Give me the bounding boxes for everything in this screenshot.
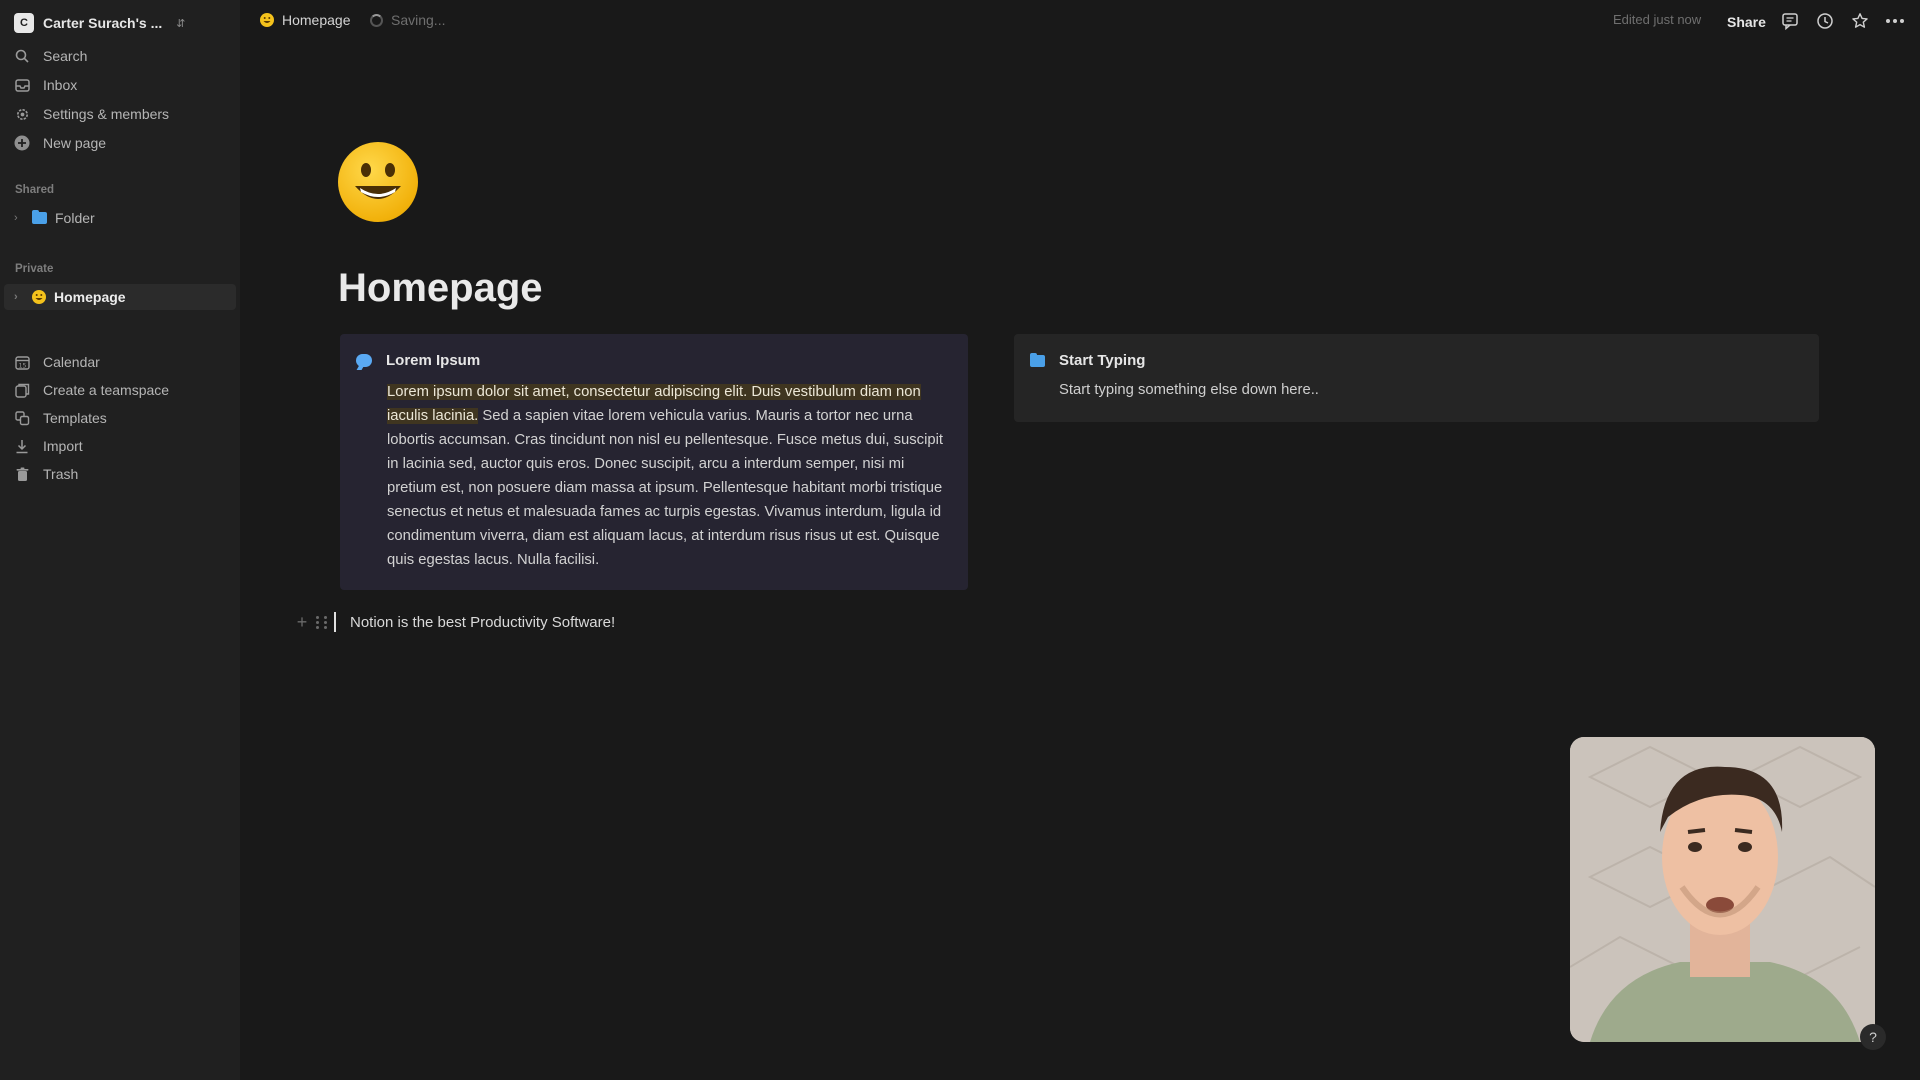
chevron-right-icon[interactable]: › <box>14 291 28 303</box>
sidebar-item-create-teamspace[interactable]: Create a teamspace <box>12 377 234 403</box>
chevron-updown-icon: ⇵ <box>176 17 186 30</box>
sidebar-item-homepage[interactable]: › Homepage <box>4 284 236 310</box>
section-label-shared: Shared <box>15 184 54 196</box>
sidebar-item-inbox[interactable]: Inbox <box>12 72 234 98</box>
section-label-private: Private <box>15 263 54 275</box>
webcam-overlay <box>1570 737 1875 1042</box>
chevron-right-icon[interactable]: › <box>14 212 28 224</box>
callout-body-text[interactable]: Sed a sapien vitae lorem vehicula varius… <box>387 408 943 568</box>
sidebar-item-trash[interactable]: Trash <box>12 461 234 487</box>
comment-icon[interactable] <box>1779 10 1801 32</box>
templates-icon <box>12 408 32 428</box>
import-icon <box>12 436 32 456</box>
sidebar-item-settings[interactable]: Settings & members <box>12 101 234 127</box>
breadcrumb[interactable]: Homepage <box>260 12 351 28</box>
plus-circle-icon <box>12 133 32 153</box>
more-icon[interactable] <box>1884 10 1906 32</box>
sidebar-item-label: Folder <box>55 210 95 226</box>
sidebar-item-label: Import <box>43 438 83 454</box>
callout-text[interactable]: Lorem ipsum dolor sit amet, consectetur … <box>387 380 949 572</box>
edited-status: Edited just now <box>1613 12 1702 27</box>
sidebar-item-new-page[interactable]: New page <box>12 130 234 156</box>
sidebar-item-label: Calendar <box>43 354 100 370</box>
history-icon[interactable] <box>1814 10 1836 32</box>
sidebar-item-label: Homepage <box>54 289 126 305</box>
sidebar-item-label: Create a teamspace <box>43 382 170 398</box>
sidebar-item-import[interactable]: Import <box>12 433 234 459</box>
text-block[interactable]: + Notion is the best Productivity Softwa… <box>292 608 615 636</box>
smiley-icon <box>32 290 46 304</box>
workspace-switcher[interactable]: C Carter Surach's ... ⇵ <box>14 10 234 36</box>
text-cursor <box>334 612 336 632</box>
gear-icon <box>12 104 32 124</box>
folder-icon <box>32 210 47 224</box>
folder-callout-header: Start Typing <box>1030 352 1145 369</box>
spinner-icon <box>370 13 383 27</box>
calendar-icon: 15 <box>12 352 32 372</box>
search-icon <box>12 46 32 66</box>
add-block-icon[interactable]: + <box>292 612 312 633</box>
inbox-icon <box>12 75 32 95</box>
star-icon[interactable] <box>1849 10 1871 32</box>
sidebar-item-label: Templates <box>43 410 107 426</box>
folder-callout-block[interactable]: Start Typing Start typing something else… <box>1014 334 1819 422</box>
workspace-name: Carter Surach's ... <box>43 15 163 31</box>
sidebar-item-label: New page <box>43 135 107 151</box>
smiley-icon <box>260 13 274 27</box>
drag-handle-icon[interactable] <box>316 614 328 630</box>
topbar: Homepage Saving... Edited just now Share <box>240 0 1920 44</box>
teamspace-icon <box>12 380 32 400</box>
share-button[interactable]: Share <box>1727 14 1766 30</box>
folder-icon <box>1030 352 1045 367</box>
sidebar-item-label: Inbox <box>43 77 78 93</box>
sidebar-item-label: Trash <box>43 466 79 482</box>
sidebar-item-calendar[interactable]: 15 Calendar <box>12 349 234 375</box>
callout-header: Lorem Ipsum <box>356 352 480 369</box>
folder-callout-text[interactable]: Start typing something else down here.. <box>1059 382 1319 398</box>
block-text[interactable]: Notion is the best Productivity Software… <box>350 614 615 631</box>
sidebar-item-label: Search <box>43 48 88 64</box>
trash-icon <box>12 464 32 484</box>
saving-status: Saving... <box>370 12 445 28</box>
sidebar-item-search[interactable]: Search <box>12 43 234 69</box>
sidebar-item-label: Settings & members <box>43 106 170 122</box>
page-title[interactable]: Homepage <box>338 266 543 311</box>
sidebar-item-templates[interactable]: Templates <box>12 405 234 431</box>
breadcrumb-label: Homepage <box>282 12 351 28</box>
workspace-avatar: C <box>14 13 34 33</box>
sidebar: C Carter Surach's ... ⇵ Search Inbox Set… <box>0 0 240 1080</box>
help-button[interactable]: ? <box>1860 1024 1886 1050</box>
callout-title[interactable]: Lorem Ipsum <box>386 352 480 369</box>
page-emoji-icon[interactable] <box>338 142 418 222</box>
folder-callout-title[interactable]: Start Typing <box>1059 352 1145 369</box>
app-window: C Carter Surach's ... ⇵ Search Inbox Set… <box>0 0 1920 1080</box>
svg-text:15: 15 <box>18 362 26 369</box>
saving-label: Saving... <box>391 12 446 28</box>
sidebar-item-folder[interactable]: › Folder <box>12 205 234 231</box>
speech-bubble-icon[interactable] <box>356 354 372 367</box>
callout-block[interactable]: Lorem Ipsum Lorem ipsum dolor sit amet, … <box>340 334 968 590</box>
